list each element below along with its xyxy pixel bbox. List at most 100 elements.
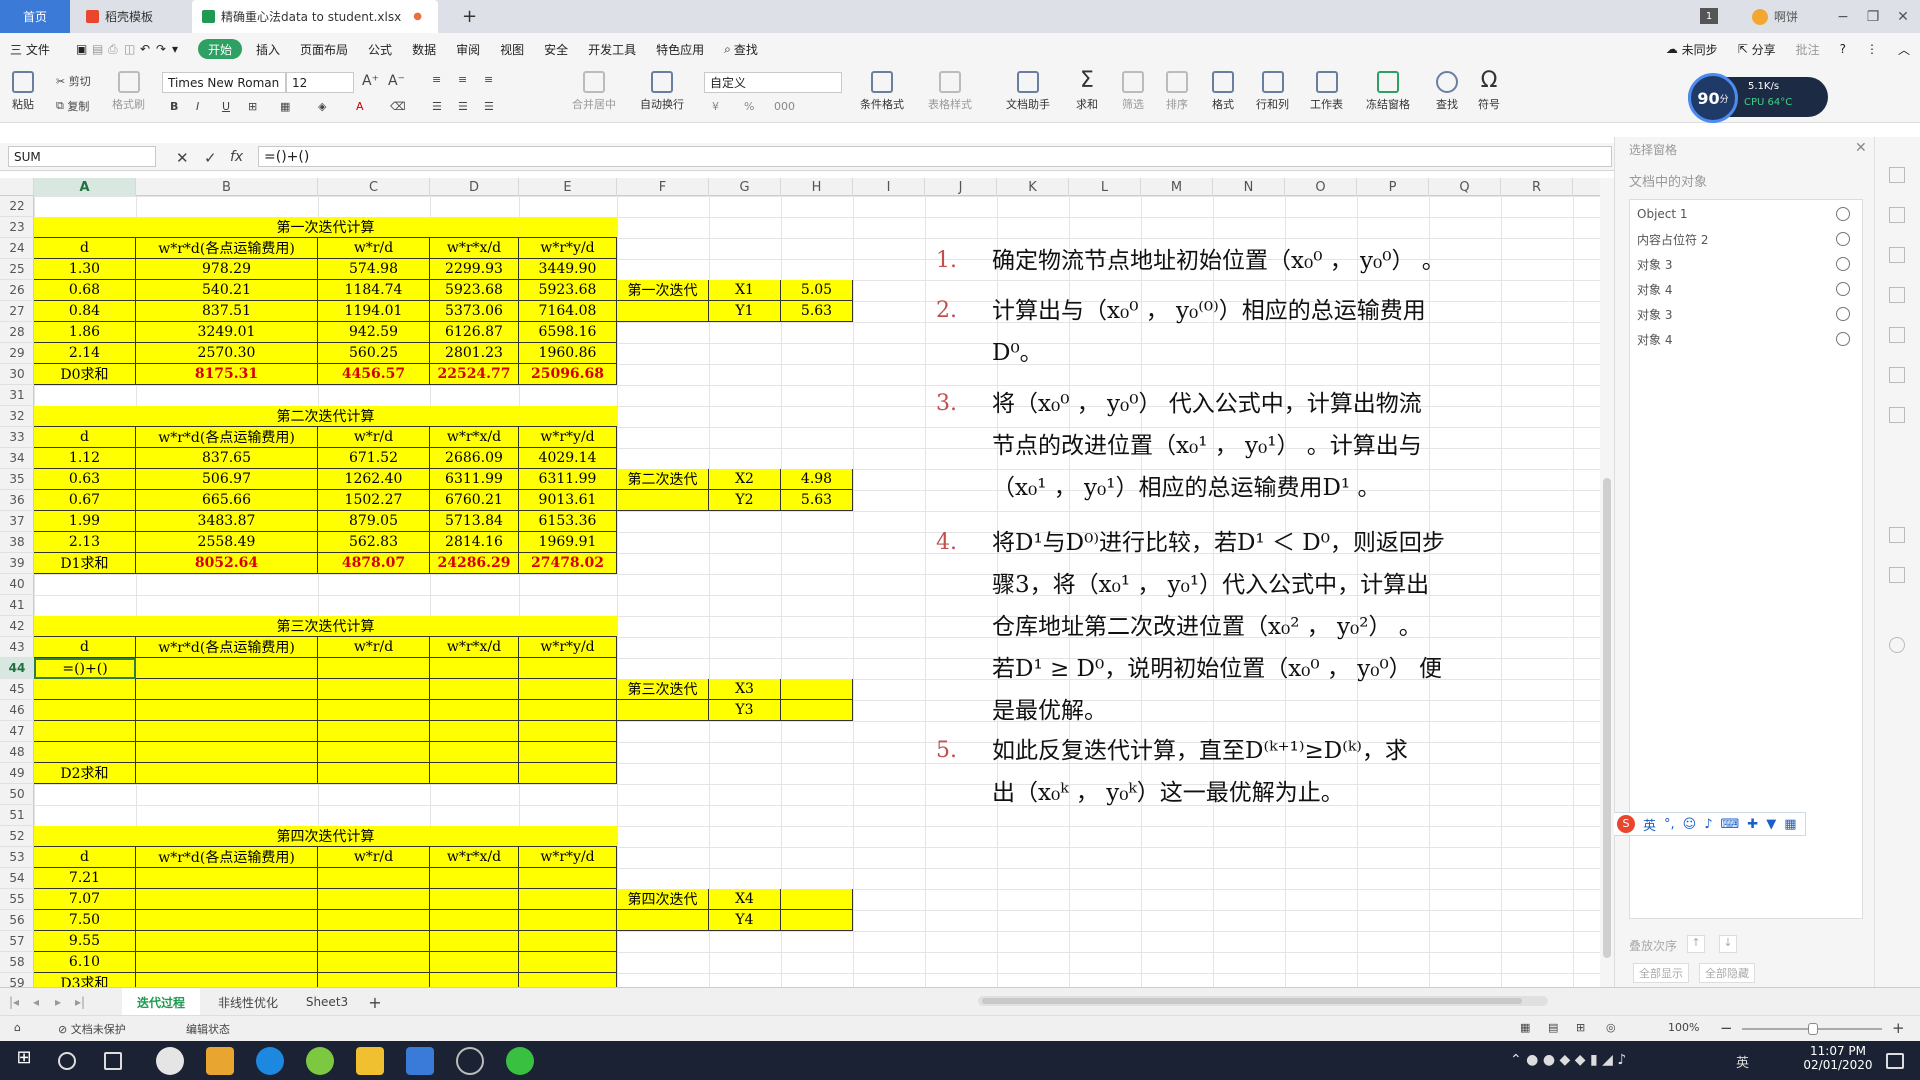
search-circle-icon[interactable] [58, 1052, 76, 1070]
row-header-31[interactable]: 31 [0, 385, 34, 406]
protect-status[interactable]: ⊘ 文档未保护 [58, 1021, 126, 1037]
table-cell[interactable] [136, 868, 318, 889]
column-header-cell[interactable]: w*r*x/d [430, 427, 519, 448]
eye-icon[interactable] [1836, 307, 1850, 321]
row-header-37[interactable]: 37 [0, 511, 34, 532]
iteration-label-cell[interactable]: 第三次迭代 [617, 679, 709, 700]
format-painter-button[interactable]: 格式刷 [112, 71, 145, 112]
format-button[interactable]: 格式 [1212, 71, 1234, 112]
settings-icon[interactable] [1889, 407, 1905, 423]
doc-helper-button[interactable]: 文档助手 [1006, 71, 1050, 112]
table-title-cell[interactable]: 第一次迭代计算 [34, 217, 617, 238]
row-header-55[interactable]: 55 [0, 889, 34, 910]
sum-button[interactable]: Σ 求和 [1076, 70, 1098, 112]
font-grow-icon[interactable]: A⁺ [362, 73, 379, 89]
table-cell[interactable]: 9.55 [34, 931, 136, 952]
minimize-icon[interactable]: − [1828, 0, 1858, 33]
sheet-tab-iteration[interactable]: 迭代过程 [122, 988, 200, 1016]
sheet-tab-nonlinear[interactable]: 非线性优化 [206, 988, 290, 1016]
row-header-51[interactable]: 51 [0, 805, 34, 826]
x-label-cell[interactable]: X3 [709, 679, 781, 700]
sync-status[interactable]: ☁ 未同步 [1656, 33, 1728, 65]
table-cell[interactable]: 3483.87 [136, 511, 318, 532]
help-icon[interactable]: ? [1830, 33, 1856, 65]
table-cell[interactable]: 2.13 [34, 532, 136, 553]
backup-icon[interactable] [1889, 287, 1905, 303]
history-icon[interactable] [1889, 637, 1905, 653]
file-menu[interactable]: 三 文件 [0, 33, 76, 65]
active-cell-a44[interactable]: =()+() [34, 658, 136, 679]
table-cell[interactable]: 7.07 [34, 889, 136, 910]
table-cell[interactable]: 506.97 [136, 469, 318, 490]
sum-cell[interactable]: 27478.02 [519, 553, 617, 574]
row-header-29[interactable]: 29 [0, 343, 34, 364]
insights-icon[interactable] [1889, 367, 1905, 383]
zoom-level[interactable]: 100% [1668, 1021, 1699, 1034]
row-header-49[interactable]: 49 [0, 763, 34, 784]
x-value-cell[interactable] [781, 679, 853, 700]
table-cell[interactable] [34, 721, 136, 742]
col-header-h[interactable]: H [781, 178, 853, 196]
table-cell[interactable] [519, 952, 617, 973]
menu-insert[interactable]: 插入 [246, 33, 290, 65]
restore-icon[interactable]: ❐ [1858, 0, 1888, 33]
column-header-cell[interactable]: w*r*x/d [430, 637, 519, 658]
col-header-n[interactable]: N [1213, 178, 1285, 196]
table-cell[interactable] [318, 658, 430, 679]
table-cell[interactable] [318, 700, 430, 721]
eye-icon[interactable] [1836, 282, 1850, 296]
table-cell[interactable]: 1.86 [34, 322, 136, 343]
row-header-43[interactable]: 43 [0, 637, 34, 658]
table-cell[interactable] [430, 742, 519, 763]
column-header-cell[interactable]: w*r/d [318, 637, 430, 658]
comment-button[interactable]: 批注 [1786, 33, 1830, 65]
pane-close-icon[interactable]: ✕ [1855, 140, 1867, 156]
table-cell[interactable]: 1184.74 [318, 280, 430, 301]
table-cell[interactable]: 562.83 [318, 532, 430, 553]
performance-widget[interactable]: 90 分 5.1K/s CPU 64°C [1688, 73, 1828, 123]
share-panel-icon[interactable] [1889, 527, 1905, 543]
row-header-41[interactable]: 41 [0, 595, 34, 616]
table-cell[interactable] [318, 889, 430, 910]
vertical-scroll-thumb[interactable] [1603, 478, 1611, 958]
table-cell[interactable]: 0.63 [34, 469, 136, 490]
collapse-ribbon-icon[interactable]: ︿ [1888, 33, 1920, 65]
select-all-corner[interactable] [0, 178, 34, 196]
eye-protect-icon[interactable]: ◎ [1606, 1021, 1616, 1034]
keyboard-icon[interactable]: ⌨ [1721, 817, 1740, 832]
sum-cell[interactable]: 24286.29 [430, 553, 519, 574]
sum-cell[interactable]: D0求和 [34, 364, 136, 385]
iteration-label-cell[interactable]: 第二次迭代 [617, 469, 709, 490]
table-cell[interactable] [519, 700, 617, 721]
table-cell[interactable]: 2814.16 [430, 532, 519, 553]
eye-icon[interactable] [1836, 207, 1850, 221]
table-cell[interactable]: 0.67 [34, 490, 136, 511]
status-menu-icon[interactable]: ⌂ [14, 1021, 21, 1034]
table-cell[interactable] [318, 679, 430, 700]
notification-icon[interactable] [1886, 1053, 1904, 1069]
table-style-button[interactable]: 表格样式 [928, 71, 972, 112]
x-label-cell[interactable]: X4 [709, 889, 781, 910]
emoji-icon[interactable]: ☺ [1683, 817, 1697, 832]
table-cell[interactable] [519, 658, 617, 679]
menu-formulas[interactable]: 公式 [358, 33, 402, 65]
table-cell[interactable]: 1.99 [34, 511, 136, 532]
merge-center-button[interactable]: 合并居中 [572, 71, 616, 112]
table-cell[interactable]: 4029.14 [519, 448, 617, 469]
border-icon[interactable]: ⊞ [248, 100, 257, 113]
ime-lang[interactable]: 英 [1643, 815, 1656, 834]
table-cell[interactable]: 0.84 [34, 301, 136, 322]
currency-icon[interactable]: ¥ [712, 100, 719, 113]
thousands-icon[interactable]: 000 [774, 100, 795, 113]
col-header-o[interactable]: O [1285, 178, 1357, 196]
row-header-22[interactable]: 22 [0, 196, 34, 217]
table-cell[interactable] [136, 952, 318, 973]
column-header-cell[interactable]: w*r*y/d [519, 637, 617, 658]
table-cell[interactable] [136, 700, 318, 721]
table-cell[interactable]: 1.30 [34, 259, 136, 280]
prev-sheet-icon[interactable]: ◂ [26, 988, 46, 1016]
table-cell[interactable]: 978.29 [136, 259, 318, 280]
align-middle-icon[interactable]: ≡ [458, 73, 467, 86]
punct-icon[interactable]: °, [1664, 817, 1675, 832]
table-cell[interactable]: 0.68 [34, 280, 136, 301]
